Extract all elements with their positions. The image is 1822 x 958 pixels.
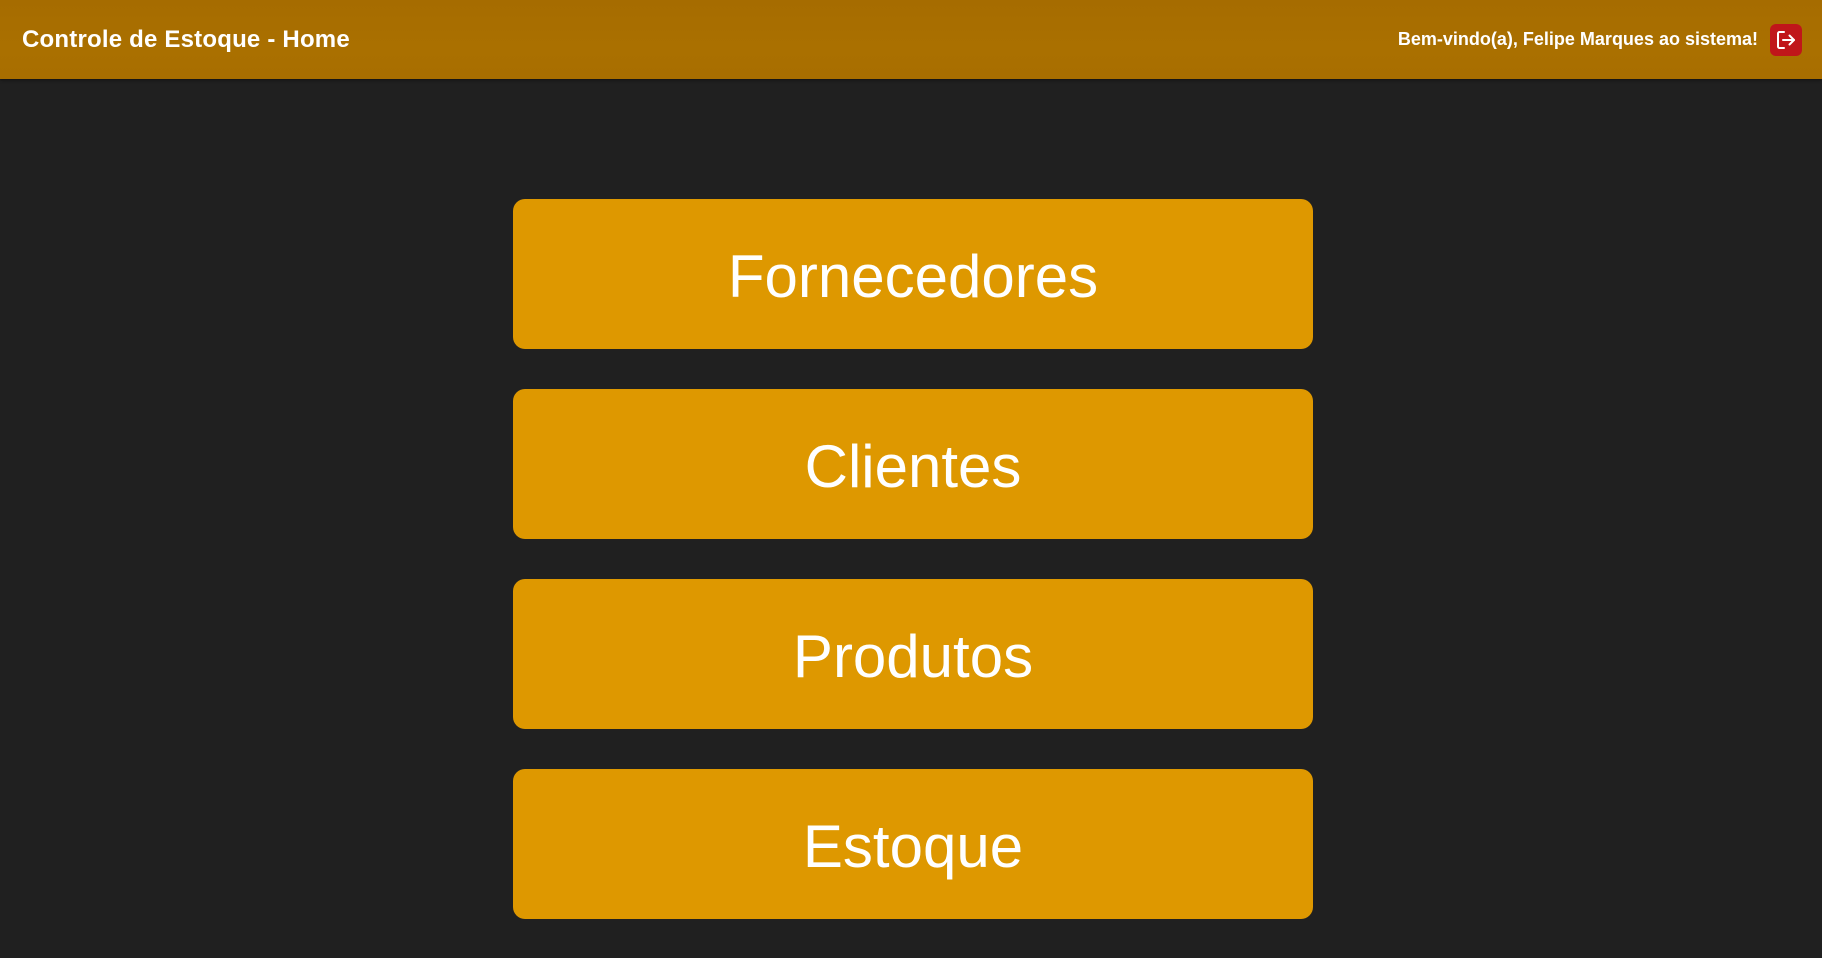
logout-button[interactable] (1770, 23, 1802, 56)
top-bar: Controle de Estoque - Home Bem-vindo(a),… (0, 0, 1822, 79)
logout-icon (1777, 30, 1795, 49)
welcome-message: Bem-vindo(a), Felipe Marques ao sistema! (1397, 29, 1758, 49)
fornecedores-button[interactable]: Fornecedores (513, 199, 1313, 349)
clientes-button[interactable]: Clientes (513, 389, 1313, 539)
page-title: Controle de Estoque - Home (22, 25, 350, 53)
produtos-button[interactable]: Produtos (513, 579, 1313, 729)
user-area: Bem-vindo(a), Felipe Marques ao sistema! (1397, 23, 1802, 56)
app-window: Controle de Estoque - Home Bem-vindo(a),… (0, 0, 1822, 958)
main-menu: Fornecedores Clientes Produtos Estoque (513, 199, 1313, 919)
estoque-button[interactable]: Estoque (513, 769, 1313, 919)
